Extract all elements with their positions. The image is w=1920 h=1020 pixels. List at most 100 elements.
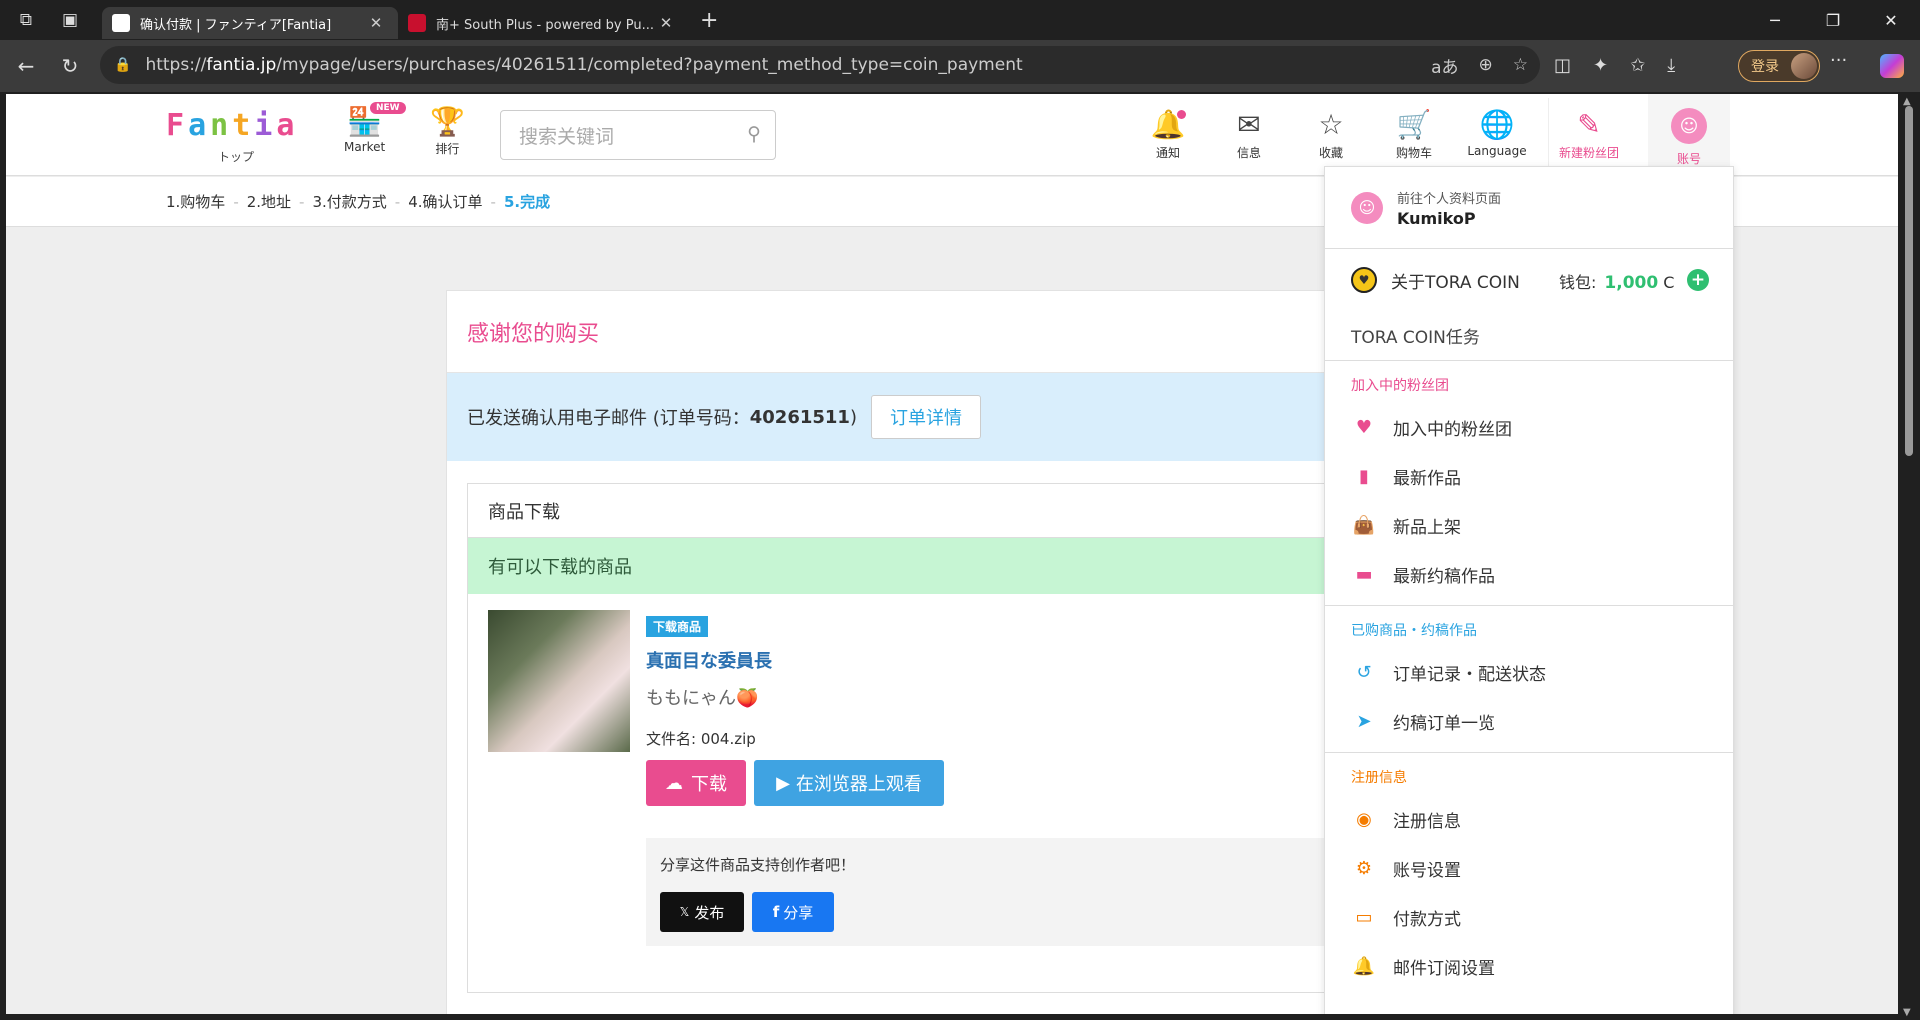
step-separator: - <box>233 192 239 211</box>
url-field[interactable]: 🔒 https:// fantia.jp /mypage/users/purch… <box>100 46 1540 84</box>
gear-icon: ⚙ <box>1355 858 1373 879</box>
scrollbar-thumb[interactable] <box>1905 106 1913 456</box>
nav-label: 排行 <box>435 142 460 156</box>
header-icon-label: 收藏 <box>1318 146 1343 160</box>
header-language[interactable]: 🌐 Language <box>1462 106 1532 158</box>
nav-market[interactable]: 🏪 NEW Market <box>344 102 406 154</box>
close-icon[interactable]: ✕ <box>1862 0 1920 40</box>
fantia-logo[interactable]: Fantia <box>166 108 298 143</box>
new-tab-icon[interactable]: + <box>700 8 718 33</box>
order-detail-button[interactable]: 订单详情 <box>870 395 981 439</box>
profile-link-label: 前往个人资料页面 <box>1397 191 1502 207</box>
view-label: 在浏览器上观看 <box>795 774 922 795</box>
menu-label: 订单记录・配送状态 <box>1393 665 1546 685</box>
header-cart[interactable]: 🛒 购物车 <box>1379 106 1449 161</box>
x-logo-icon: 𝕏 <box>679 905 690 919</box>
profile-link[interactable]: ☺ 前往个人资料页面 KumikoP <box>1325 167 1733 249</box>
search-input[interactable]: 搜索关键词 ⚲ <box>500 110 776 160</box>
menu-commission-orders[interactable]: ➤ 约稿订单一览 <box>1325 697 1733 746</box>
profile-login-button[interactable]: 登录 <box>1738 50 1820 82</box>
nav-label: Market <box>344 140 386 154</box>
heart-icon: ♥ <box>1355 417 1373 438</box>
header-new-fanclub[interactable]: ✎ 新建粉丝团 <box>1554 106 1624 161</box>
browser-tab-active[interactable]: 确认付款 | ファンティア[Fantia] ✕ <box>102 7 398 39</box>
reading-icon[interactable]: ◫ <box>1554 55 1571 76</box>
wallet: 钱包: 1,000 C <box>1559 269 1674 293</box>
menu-latest-commissions[interactable]: ▬ 最新约稿作品 <box>1325 550 1733 599</box>
tab-close-icon[interactable]: ✕ <box>654 14 678 32</box>
step-separator: - <box>299 192 305 211</box>
tora-coin-mission[interactable]: TORA COIN任务 <box>1325 311 1733 361</box>
confirmation-close: ) <box>849 406 857 428</box>
read-aloud-icon[interactable]: aあ <box>1431 53 1458 78</box>
address-bar-row: ← ↻ 🔒 https:// fantia.jp /mypage/users/p… <box>0 40 1920 92</box>
envelope-icon: ✉ <box>1237 108 1261 141</box>
view-in-browser-button[interactable]: ▶ 在浏览器上观看 <box>754 760 944 806</box>
paper-plane-icon: ➤ <box>1356 711 1372 732</box>
nav-ranking[interactable]: 🏆 排行 <box>430 104 465 157</box>
creator-name[interactable]: ももにゃん🍑 <box>646 684 758 710</box>
url-path: /mypage/users/purchases/40261511/complet… <box>276 55 1023 75</box>
step-separator: - <box>394 192 401 211</box>
more-icon[interactable]: ··· <box>1830 50 1847 71</box>
minimize-icon[interactable]: ─ <box>1746 0 1804 40</box>
favorite-star-icon[interactable]: ☆ <box>1513 55 1528 75</box>
user-circle-icon: ◉ <box>1356 809 1372 830</box>
favorites-icon[interactable]: ✩ <box>1630 55 1645 76</box>
menu-payment-methods[interactable]: ▭ 付款方式 <box>1325 893 1733 942</box>
step-item: 4.确认订单 <box>408 193 483 211</box>
download-button[interactable]: ☁ 下载 <box>646 760 746 806</box>
extension-icon[interactable]: ✦ <box>1593 55 1608 76</box>
product-title[interactable]: 真面目な委員長 <box>646 647 772 673</box>
cloud-download-icon: ☁ <box>665 772 683 794</box>
header-account[interactable]: ☺ 账号 <box>1654 106 1724 167</box>
share-facebook-button[interactable]: f 分享 <box>752 892 834 932</box>
workspaces-icon[interactable]: ⧉ <box>8 2 44 38</box>
confirmation-text: 已发送确认用电子邮件 (订单号码： <box>467 408 750 429</box>
refresh-icon[interactable]: ↻ <box>50 46 90 86</box>
bell-icon: 🔔 <box>1352 956 1376 977</box>
header-divider <box>1548 98 1549 172</box>
menu-registration-info[interactable]: ◉ 注册信息 <box>1325 795 1733 844</box>
back-icon[interactable]: ← <box>6 46 46 86</box>
avatar <box>1791 53 1817 79</box>
header-notifications[interactable]: 🔔 通知 <box>1133 106 1203 161</box>
tora-coin-label: 关于TORA COIN <box>1391 272 1520 293</box>
tab-actions-icon[interactable]: ▣ <box>52 2 88 38</box>
search-icon[interactable]: ⚲ <box>747 123 761 145</box>
menu-mail-subscription[interactable]: 🔔 邮件订阅设置 <box>1325 942 1733 991</box>
menu-order-history[interactable]: ↺ 订单记录・配送状态 <box>1325 648 1733 697</box>
menu-latest-works[interactable]: ▮ 最新作品 <box>1325 452 1733 501</box>
share-x-button[interactable]: 𝕏 发布 <box>660 892 744 932</box>
history-icon: ↺ <box>1356 662 1372 683</box>
menu-joined-fanclubs[interactable]: ♥ 加入中的粉丝团 <box>1325 403 1733 452</box>
facebook-icon: f <box>772 903 780 921</box>
cart-icon: 🛒 <box>1396 108 1432 141</box>
menu-account-settings[interactable]: ⚙ 账号设置 <box>1325 844 1733 893</box>
header-favorites[interactable]: ☆ 收藏 <box>1296 106 1366 161</box>
zoom-icon[interactable]: ⊕ <box>1479 55 1493 75</box>
downloads-icon[interactable]: ⤓ <box>1667 55 1675 76</box>
add-coin-icon[interactable]: + <box>1687 269 1709 291</box>
wallet-label: 钱包: <box>1559 273 1597 292</box>
share-fb-label: 分享 <box>783 903 814 922</box>
wallet-unit: C <box>1663 273 1675 292</box>
header-icon-label: Language <box>1467 144 1527 158</box>
page-scrollbar[interactable]: ▲ ▼ <box>1898 94 1920 1020</box>
globe-icon: 🌐 <box>1479 108 1515 141</box>
tab-close-icon[interactable]: ✕ <box>364 14 388 32</box>
menu-new-products[interactable]: 👜 新品上架 <box>1325 501 1733 550</box>
notification-dot <box>1177 110 1186 119</box>
step-item-current: 5.完成 <box>503 193 551 211</box>
shopping-bag-icon: 👜 <box>1352 515 1376 536</box>
header-messages[interactable]: ✉ 信息 <box>1214 106 1284 161</box>
inbox-icon: ▬ <box>1355 564 1373 585</box>
product-thumbnail[interactable] <box>488 610 630 752</box>
username: KumikoP <box>1397 208 1476 228</box>
step-item: 2.地址 <box>246 193 292 211</box>
scroll-down-icon[interactable]: ▼ <box>1903 1007 1911 1018</box>
maximize-icon[interactable]: ❐ <box>1804 0 1862 40</box>
tora-coin-row[interactable]: ♥ 关于TORA COIN 钱包: 1,000 C + <box>1325 249 1733 311</box>
browser-tab[interactable]: 南+ South Plus - powered by Pu... ✕ <box>398 7 688 39</box>
copilot-icon[interactable] <box>1880 54 1904 78</box>
